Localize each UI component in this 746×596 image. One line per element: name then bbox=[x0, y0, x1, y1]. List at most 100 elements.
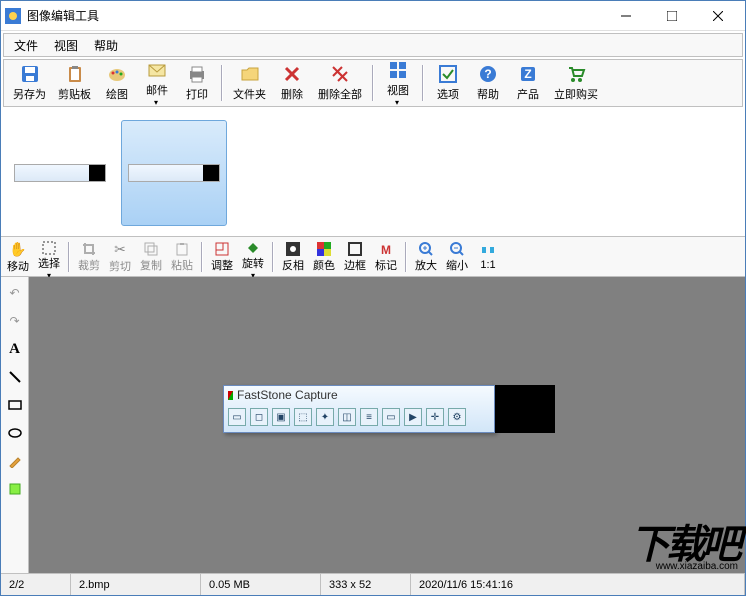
canvas-viewport[interactable]: FastStone Capture ▭ ◻ ▣ ⬚ ✦ ◫ ≡ ▭ ▶ ✛ ⚙ bbox=[29, 277, 745, 573]
cart-icon bbox=[566, 64, 586, 84]
options-button[interactable]: 选项 bbox=[429, 62, 467, 104]
mark-tool[interactable]: M标记 bbox=[371, 239, 401, 275]
border-icon bbox=[348, 241, 362, 257]
fs-logo-icon bbox=[228, 391, 233, 400]
titlebar: 图像编辑工具 bbox=[1, 1, 745, 31]
menu-file[interactable]: 文件 bbox=[6, 34, 46, 57]
minimize-button[interactable] bbox=[603, 2, 649, 30]
delete-button[interactable]: 删除 bbox=[273, 62, 311, 104]
draw-button[interactable]: 绘图 bbox=[98, 62, 136, 104]
toolbar-separator bbox=[422, 65, 424, 101]
clipboard-icon bbox=[65, 64, 85, 84]
toolbar-separator bbox=[201, 242, 203, 272]
fs-capture-window-icon: ▭ bbox=[228, 408, 246, 426]
app-icon bbox=[5, 8, 21, 24]
fs-capture-region-icon: ⬚ bbox=[294, 408, 312, 426]
move-tool[interactable]: ✋移动 bbox=[3, 239, 33, 275]
print-button[interactable]: 打印 bbox=[178, 62, 216, 104]
ellipse-tool[interactable] bbox=[5, 423, 25, 443]
fs-title-text: FastStone Capture bbox=[237, 388, 338, 402]
rotate-tool[interactable]: 旋转▾ bbox=[238, 239, 268, 275]
resize-tool[interactable]: 调整 bbox=[207, 239, 237, 275]
delete-all-button[interactable]: 删除全部 bbox=[313, 62, 367, 104]
toolbar-separator bbox=[272, 242, 274, 272]
menu-help[interactable]: 帮助 bbox=[86, 34, 126, 57]
zoom-reset-tool[interactable]: 1:1 bbox=[473, 239, 503, 275]
color-tool[interactable]: 颜色 bbox=[309, 239, 339, 275]
status-filesize: 0.05 MB bbox=[201, 574, 321, 595]
scissors-icon: ✂ bbox=[114, 241, 126, 258]
undo-button: ↶ bbox=[5, 283, 25, 303]
zoom-out-icon bbox=[450, 241, 464, 257]
fs-capture-full-icon: ◻ bbox=[250, 408, 268, 426]
edit-toolbar: ✋移动 选择▾ 裁剪 ✂剪切 复制 粘贴 调整 旋转▾ 反相 颜色 边框 M标记… bbox=[1, 237, 745, 277]
mark-icon: M bbox=[379, 241, 393, 257]
paste-icon bbox=[175, 241, 189, 257]
cut-tool: ✂剪切 bbox=[105, 239, 135, 275]
crop-icon bbox=[82, 241, 96, 257]
one-to-one-icon bbox=[481, 241, 495, 259]
grid-icon bbox=[388, 60, 408, 80]
print-icon bbox=[187, 64, 207, 84]
black-region bbox=[495, 385, 555, 433]
floppy-icon bbox=[20, 64, 40, 84]
hand-icon: ✋ bbox=[9, 241, 26, 258]
crop-tool: 裁剪 bbox=[74, 239, 104, 275]
paste-tool: 粘贴 bbox=[167, 239, 197, 275]
mail-icon bbox=[147, 60, 167, 80]
toolbar-separator bbox=[405, 242, 407, 272]
faststone-capture-window: FastStone Capture ▭ ◻ ▣ ⬚ ✦ ◫ ≡ ▭ ▶ ✛ ⚙ bbox=[223, 385, 495, 433]
toolbar-separator bbox=[221, 65, 223, 101]
toolbar-separator bbox=[372, 65, 374, 101]
view-button[interactable]: 视图▾ bbox=[379, 62, 417, 104]
resize-icon bbox=[215, 241, 229, 257]
select-tool[interactable]: 选择▾ bbox=[34, 239, 64, 275]
side-toolbox: ↶ ↷ A bbox=[1, 277, 29, 573]
svg-text:M: M bbox=[381, 243, 391, 256]
save-as-button[interactable]: 另存为 bbox=[8, 62, 51, 104]
thumbnail-strip bbox=[1, 109, 745, 237]
fs-settings-icon: ⚙ bbox=[448, 408, 466, 426]
rotate-icon bbox=[246, 241, 260, 255]
rect-tool[interactable] bbox=[5, 395, 25, 415]
clipboard-button[interactable]: 剪贴板 bbox=[53, 62, 96, 104]
mail-button[interactable]: 邮件▾ bbox=[138, 62, 176, 104]
close-button[interactable] bbox=[695, 2, 741, 30]
main-toolbar: 另存为 剪贴板 绘图 邮件▾ 打印 文件夹 删除 删除全部 视图▾ 选项 ?帮助… bbox=[3, 59, 743, 107]
zoom-in-tool[interactable]: 放大 bbox=[411, 239, 441, 275]
fs-video-icon: ▶ bbox=[404, 408, 422, 426]
line-tool[interactable] bbox=[5, 367, 25, 387]
border-tool[interactable]: 边框 bbox=[340, 239, 370, 275]
colors-icon bbox=[317, 241, 331, 257]
product-button[interactable]: Z产品 bbox=[509, 62, 547, 104]
fs-capture-fixed-icon: ◫ bbox=[338, 408, 356, 426]
window-title: 图像编辑工具 bbox=[27, 7, 603, 24]
buy-now-button[interactable]: 立即购买 bbox=[549, 62, 603, 104]
z-icon: Z bbox=[518, 64, 538, 84]
folder-button[interactable]: 文件夹 bbox=[228, 62, 271, 104]
zoom-out-tool[interactable]: 缩小 bbox=[442, 239, 472, 275]
toolbar-separator bbox=[68, 242, 70, 272]
svg-text:Z: Z bbox=[524, 67, 531, 81]
thumbnail-1[interactable] bbox=[7, 120, 113, 226]
fs-capture-object-icon: ▣ bbox=[272, 408, 290, 426]
text-tool[interactable]: A bbox=[5, 339, 25, 359]
copy-tool: 复制 bbox=[136, 239, 166, 275]
redo-button: ↷ bbox=[5, 311, 25, 331]
fs-capture-scroll-icon: ≡ bbox=[360, 408, 378, 426]
highlight-tool[interactable] bbox=[5, 479, 25, 499]
status-datetime: 2020/11/6 15:41:16 bbox=[411, 574, 745, 595]
svg-text:?: ? bbox=[484, 67, 491, 81]
delete-all-icon bbox=[330, 64, 350, 84]
maximize-button[interactable] bbox=[649, 2, 695, 30]
invert-tool[interactable]: 反相 bbox=[278, 239, 308, 275]
menu-view[interactable]: 视图 bbox=[46, 34, 86, 57]
folder-icon bbox=[240, 64, 260, 84]
thumbnail-2[interactable] bbox=[121, 120, 227, 226]
pencil-tool[interactable] bbox=[5, 451, 25, 471]
status-index: 2/2 bbox=[1, 574, 71, 595]
status-dimensions: 333 x 52 bbox=[321, 574, 411, 595]
delete-icon bbox=[282, 64, 302, 84]
marquee-icon bbox=[42, 241, 56, 255]
help-button[interactable]: ?帮助 bbox=[469, 62, 507, 104]
